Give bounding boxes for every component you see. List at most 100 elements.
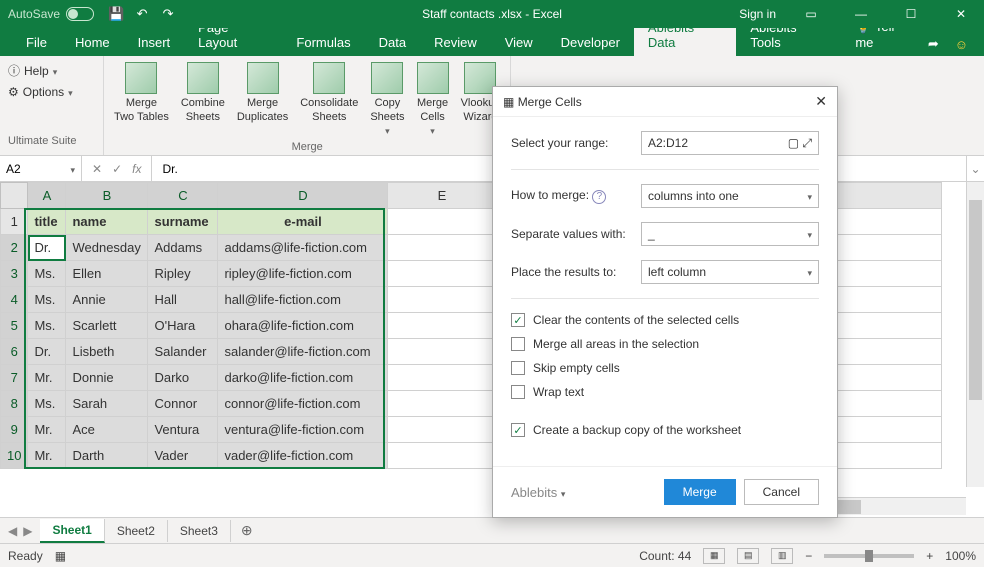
sign-in-link[interactable]: Sign in [739, 7, 776, 21]
tab-developer[interactable]: Developer [547, 29, 634, 56]
cell[interactable]: Ellen [66, 261, 148, 287]
cell[interactable]: addams@life-fiction.com [218, 235, 388, 261]
cell[interactable]: ripley@life-fiction.com [218, 261, 388, 287]
tab-formulas[interactable]: Formulas [282, 29, 364, 56]
sheet-tab-2[interactable]: Sheet2 [105, 520, 168, 542]
col-header-b[interactable]: B [66, 183, 148, 209]
fx-icon[interactable]: fx [132, 162, 141, 176]
combine-sheets-button[interactable]: Combine Sheets [177, 60, 229, 140]
how-merge-select[interactable]: columns into one [641, 184, 819, 208]
cell[interactable]: darko@life-fiction.com [218, 365, 388, 391]
autosave-toggle[interactable]: AutoSave [8, 7, 94, 21]
merge-duplicates-button[interactable]: Merge Duplicates [233, 60, 292, 140]
cell[interactable]: Mr. [28, 443, 66, 469]
check-skip-empty[interactable]: Skip empty cells [511, 361, 819, 375]
help-icon[interactable]: ? [592, 190, 606, 204]
cell[interactable]: Ripley [148, 261, 218, 287]
cell[interactable] [388, 443, 496, 469]
cell[interactable]: salander@life-fiction.com [218, 339, 388, 365]
col-header-e[interactable]: E [388, 183, 496, 209]
check-backup[interactable]: ✓Create a backup copy of the worksheet [511, 423, 819, 437]
cell[interactable]: vader@life-fiction.com [218, 443, 388, 469]
cell[interactable] [388, 313, 496, 339]
minimize-icon[interactable]: — [846, 4, 876, 24]
cell[interactable]: Ms. [28, 313, 66, 339]
cell[interactable]: Wednesday [66, 235, 148, 261]
options-button[interactable]: ⚙ Options [8, 85, 95, 99]
cell[interactable]: Vader [148, 443, 218, 469]
save-icon[interactable]: 💾 [108, 6, 124, 22]
row-header[interactable]: 6 [1, 339, 28, 365]
cell[interactable] [388, 287, 496, 313]
tab-file[interactable]: File [12, 29, 61, 56]
cell[interactable] [388, 235, 496, 261]
cell[interactable]: O'Hara [148, 313, 218, 339]
cell[interactable]: Addams [148, 235, 218, 261]
check-merge-all[interactable]: Merge all areas in the selection [511, 337, 819, 351]
row-header[interactable]: 7 [1, 365, 28, 391]
row-header[interactable]: 8 [1, 391, 28, 417]
view-layout-icon[interactable]: ▤ [737, 548, 759, 564]
cell[interactable] [388, 261, 496, 287]
help-button[interactable]: ⓘ Help [8, 62, 95, 79]
merge-cells-button[interactable]: Merge Cells [413, 60, 453, 140]
check-wrap-text[interactable]: Wrap text [511, 385, 819, 399]
cell[interactable]: Darko [148, 365, 218, 391]
undo-icon[interactable]: ↶ [134, 6, 150, 22]
select-range-icon[interactable]: ▢ [788, 136, 799, 150]
cell[interactable]: Sarah [66, 391, 148, 417]
view-normal-icon[interactable]: ▦ [703, 548, 725, 564]
range-input[interactable]: A2:D12 ▢ ⤢ [641, 131, 819, 155]
add-sheet-button[interactable]: ⊕ [231, 522, 263, 539]
cell[interactable]: e-mail [218, 209, 388, 235]
tab-view[interactable]: View [491, 29, 547, 56]
consolidate-sheets-button[interactable]: Consolidate Sheets [296, 60, 362, 140]
cell[interactable]: Connor [148, 391, 218, 417]
cell[interactable]: Darth [66, 443, 148, 469]
share-icon[interactable]: ➦ [928, 36, 939, 52]
cell[interactable]: Ms. [28, 261, 66, 287]
cancel-button[interactable]: Cancel [744, 479, 819, 505]
cell[interactable]: ohara@life-fiction.com [218, 313, 388, 339]
cell[interactable] [388, 339, 496, 365]
cell[interactable] [388, 391, 496, 417]
zoom-in-icon[interactable]: + [926, 549, 933, 563]
view-break-icon[interactable]: ▥ [771, 548, 793, 564]
redo-icon[interactable]: ↷ [160, 6, 176, 22]
cell[interactable]: Scarlett [66, 313, 148, 339]
cell[interactable] [388, 209, 496, 235]
vertical-scrollbar[interactable] [966, 182, 984, 487]
cell[interactable]: title [28, 209, 66, 235]
tab-home[interactable]: Home [61, 29, 124, 56]
cell[interactable]: Ace [66, 417, 148, 443]
toggle-off-icon[interactable] [66, 7, 94, 21]
merge-two-tables-button[interactable]: Merge Two Tables [110, 60, 173, 140]
cell[interactable]: Mr. [28, 365, 66, 391]
row-header[interactable]: 9 [1, 417, 28, 443]
cell[interactable] [388, 365, 496, 391]
place-select[interactable]: left column [641, 260, 819, 284]
row-header[interactable]: 3 [1, 261, 28, 287]
cell[interactable]: name [66, 209, 148, 235]
cell[interactable]: hall@life-fiction.com [218, 287, 388, 313]
row-header[interactable]: 2 [1, 235, 28, 261]
macro-record-icon[interactable]: ▦ [55, 549, 66, 563]
sheet-tab-1[interactable]: Sheet1 [40, 519, 104, 543]
expand-range-icon[interactable]: ⤢ [802, 136, 812, 150]
close-icon[interactable]: ✕ [946, 4, 976, 24]
col-header-c[interactable]: C [148, 183, 218, 209]
maximize-icon[interactable]: ☐ [896, 4, 926, 24]
row-header-1[interactable]: 1 [1, 209, 28, 235]
copy-sheets-button[interactable]: Copy Sheets [366, 60, 408, 140]
cell[interactable]: ventura@life-fiction.com [218, 417, 388, 443]
cell[interactable]: Salander [148, 339, 218, 365]
row-header[interactable]: 10 [1, 443, 28, 469]
smiley-icon[interactable]: ☺ [955, 37, 968, 52]
cell[interactable]: Dr. [28, 235, 66, 261]
zoom-out-icon[interactable]: − [805, 549, 812, 563]
cell[interactable]: connor@life-fiction.com [218, 391, 388, 417]
select-all-corner[interactable] [1, 183, 28, 209]
ribbon-display-icon[interactable]: ▭ [796, 4, 826, 24]
brand-link[interactable]: Ablebits [511, 485, 565, 500]
formula-input[interactable]: Dr. [152, 162, 187, 176]
